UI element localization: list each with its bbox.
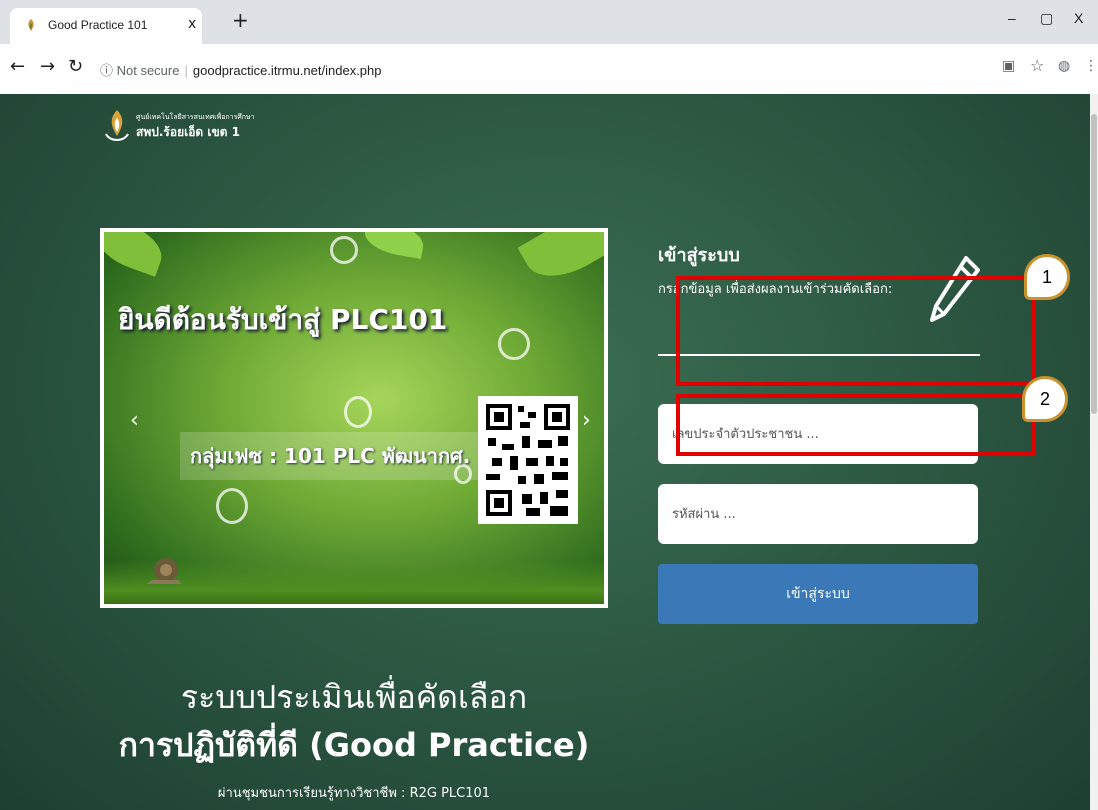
logo-text: สพป.ร้อยเอ็ด เขต 1 [136,125,240,139]
carousel-next-icon[interactable]: › [582,408,591,433]
back-arrow-icon[interactable]: ← [10,56,25,77]
annotation-callout-1: 1 [1024,254,1070,300]
reload-icon[interactable]: ↻ [68,56,83,77]
annotation-box-2 [676,394,1036,456]
snail-icon [146,558,182,584]
url-field[interactable]: ⓘ Not secure | goodpractice.itrmu.net/inde… [100,60,382,79]
tab-good-practice[interactable]: Good Practice 101 x [10,8,202,44]
scrollbar[interactable] [1090,94,1098,810]
site-logo[interactable]: ศูนย์เทคโนโลยีสารสนเทศเพื่อการศึกษา สพป.… [102,106,282,146]
translate-icon[interactable]: ▣ [1002,58,1015,74]
bubble-icon [216,488,248,524]
new-tab-button[interactable]: + [232,10,249,30]
page-content: ศูนย์เทคโนโลยีสารสนเทศเพื่อการศึกษา สพป.… [0,94,1098,810]
welcome-heading: ยินดีต้อนรับเข้าสู่ PLC101 [118,303,448,336]
favicon-icon [28,19,34,31]
maximize-button[interactable]: ▢ [1040,10,1053,27]
login-button[interactable]: เข้าสู่ระบบ [658,564,978,624]
forward-arrow-icon[interactable]: → [40,56,55,77]
security-indicator[interactable]: ⓘ Not secure [100,63,179,78]
leaf-icon [104,232,169,277]
leaf-icon [361,232,427,259]
facebook-group-label: กลุ่มเฟซ : 101 PLC พัฒนากศ. [180,432,481,480]
qr-code-icon [478,396,578,524]
url-text: goodpractice.itrmu.net/index.php [192,63,382,78]
minimize-button[interactable]: – [1008,10,1016,26]
window-close-button[interactable]: X [1074,10,1083,26]
bubble-icon [330,236,358,264]
password-input[interactable] [658,484,978,544]
leaf-icon [517,232,604,292]
carousel-prev-icon[interactable]: ‹ [130,408,139,433]
system-title: ระบบประเมินเพื่อคัดเลือก [180,678,528,716]
emblem-icon [105,110,129,141]
footer-text: ผ่านชุมชนการเรียนรู้ทางวิชาชีพ : R2G PLC… [217,786,491,801]
system-subtitle: การปฏิบัติที่ดี (Good Practice) [118,726,590,764]
tab-title: Good Practice 101 [48,18,148,32]
bubble-icon [498,328,530,360]
address-bar: ← → ↻ ⓘ Not secure | goodpractice.itrmu.ne… [0,44,1098,95]
scrollbar-thumb[interactable] [1091,114,1097,414]
bubble-icon [344,396,372,428]
welcome-banner: ยินดีต้อนรับเข้าสู่ PLC101 กลุ่มเฟซ : 10… [100,228,608,608]
browser-chrome: Good Practice 101 x + – ▢ X ← → ↻ ⓘ Not … [0,0,1098,95]
login-title: เข้าสู่ระบบ [658,245,740,266]
tab-close-icon[interactable]: x [188,16,196,32]
annotation-callout-2: 2 [1022,376,1068,422]
logo-small-text: ศูนย์เทคโนโลยีสารสนเทศเพื่อการศึกษา [136,113,255,121]
tab-bar: Good Practice 101 x + – ▢ X [0,0,1098,44]
extension-icon[interactable]: ◍ [1058,58,1070,74]
menu-kebab-icon[interactable]: ⋮ [1084,58,1098,74]
bookmark-star-icon[interactable]: ☆ [1030,56,1044,75]
annotation-box-1 [676,276,1036,386]
